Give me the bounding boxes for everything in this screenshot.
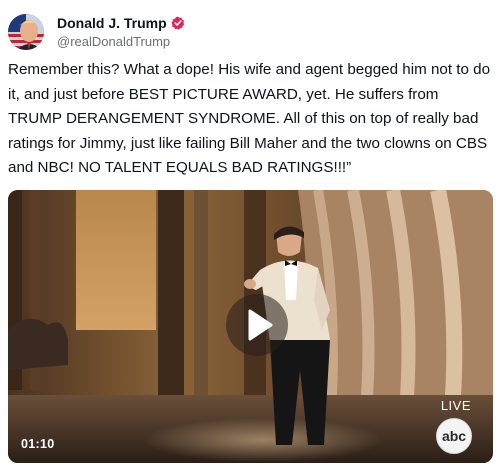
live-label: LIVE [440,398,471,413]
name-row: Donald J. Trump [57,14,185,32]
play-button[interactable] [226,294,288,356]
verified-badge-icon [171,16,185,30]
post-header: Donald J. Trump @realDonaldTrump [8,12,185,52]
avatar[interactable] [8,14,44,50]
network-logo-text: abc [441,428,467,444]
author-display-name[interactable]: Donald J. Trump [57,14,167,32]
network-logo: abc [436,418,472,454]
post-text: Remember this? What a dope! His wife and… [8,61,491,176]
play-icon [248,309,273,341]
author-handle[interactable]: @realDonaldTrump [57,33,185,51]
video-duration: 01:10 [21,437,55,451]
video-player[interactable]: 01:10 LIVE abc [8,190,493,463]
author-names: Donald J. Trump @realDonaldTrump [57,14,185,51]
post-card: Donald J. Trump @realDonaldTrump Remembe… [0,0,500,469]
